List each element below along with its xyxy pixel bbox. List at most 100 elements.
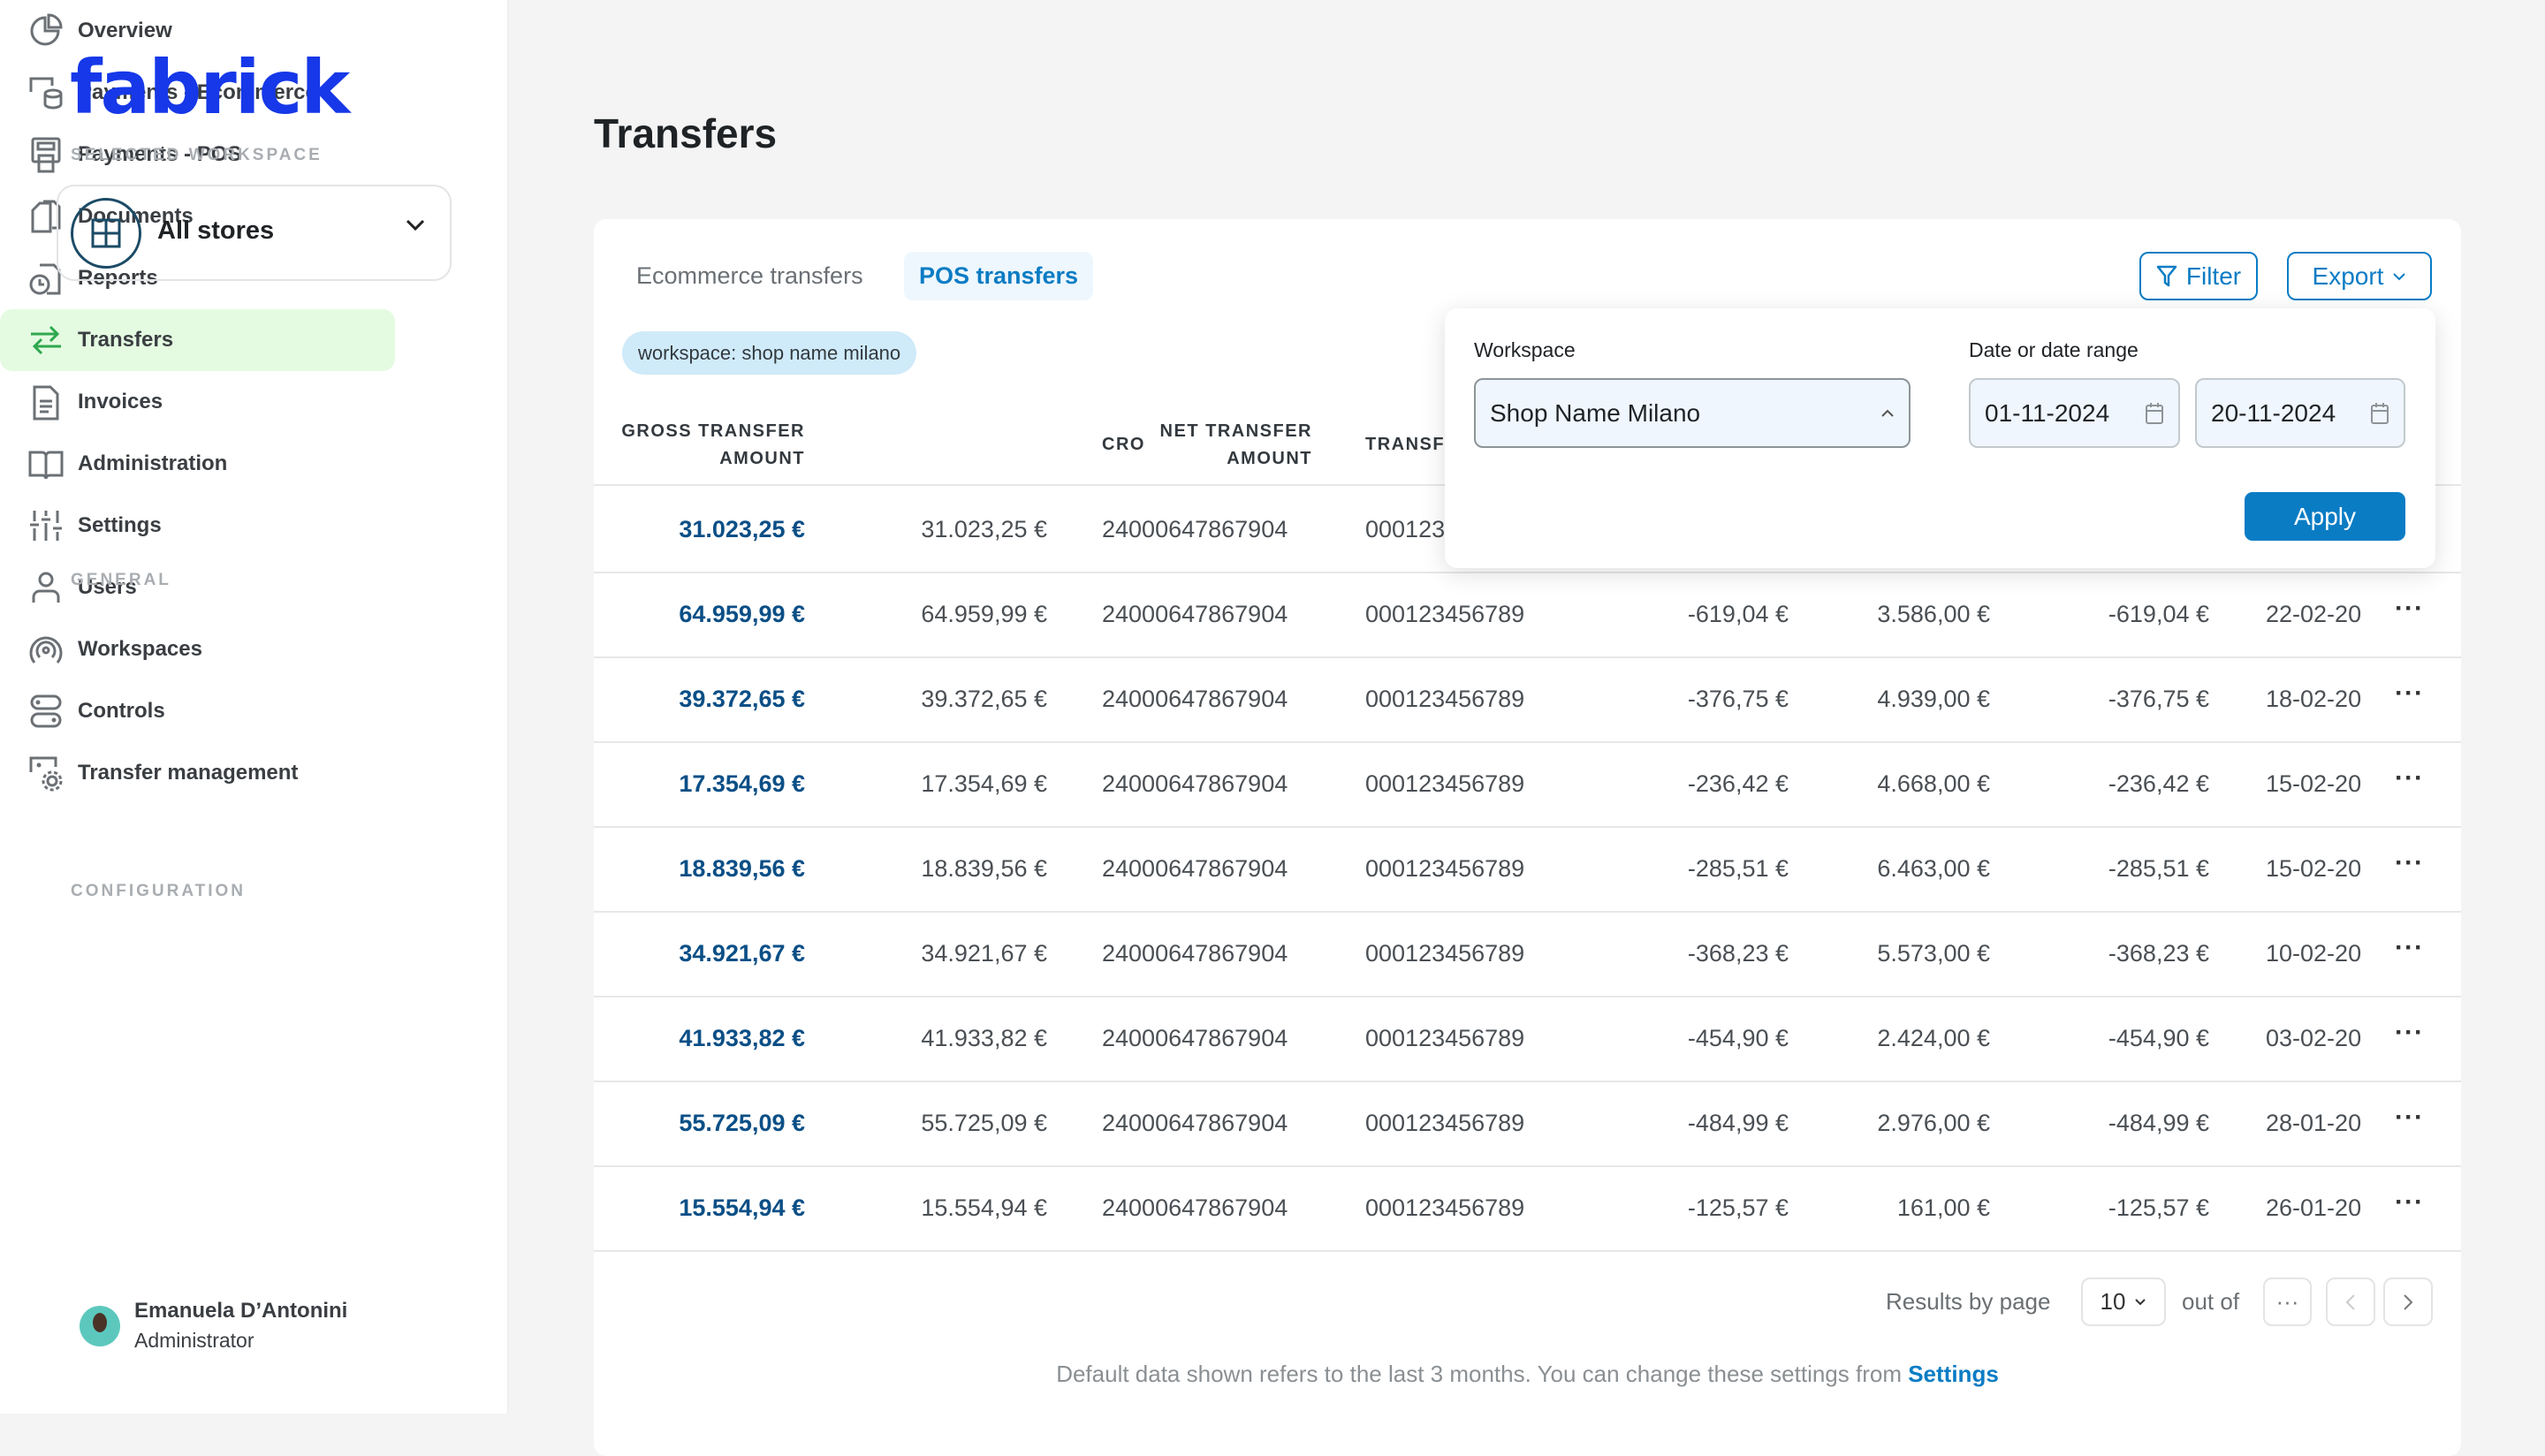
cell-amount-col7: -285,51 € (2108, 855, 2209, 882)
filter-chip-workspace[interactable]: workspace: shop name milano (622, 331, 917, 375)
settings-link[interactable]: Settings (1908, 1361, 1999, 1387)
cell-cro: 24000647867904 (1102, 1110, 1288, 1136)
cell-cro: 24000647867904 (1102, 516, 1288, 542)
workspace-name: All stores (157, 216, 275, 245)
payments-ecommerce-icon (27, 73, 65, 112)
cell-net-amount: 31.023,25 € (921, 516, 1047, 542)
row-divider (594, 1250, 2461, 1252)
row-actions-icon[interactable]: ··· (2395, 594, 2424, 624)
out-of-label: out of (2182, 1288, 2240, 1315)
date-from-input[interactable]: 01-11-2024 (1969, 378, 2180, 448)
cell-amount-col6: 3.586,00 € (1877, 601, 1990, 627)
cell-amount-col7: -368,23 € (2108, 940, 2209, 967)
workspace-filter-label: Workspace (1474, 338, 1576, 361)
cell-transfer-id: 000123 (1365, 516, 1446, 542)
sidebar-item-administration[interactable]: Administration (0, 433, 395, 495)
header-cro[interactable]: CRO (1102, 431, 1145, 459)
row-actions-icon[interactable]: ··· (2395, 933, 2424, 963)
grid-icon (71, 198, 141, 269)
user-profile[interactable]: Emanuela D’Antonini Administrator (80, 1299, 347, 1353)
row-actions-icon[interactable]: ··· (2395, 1018, 2424, 1048)
sidebar-item-settings[interactable]: Settings (0, 495, 395, 557)
sidebar-item-workspaces[interactable]: Workspaces (0, 618, 395, 680)
filter-button[interactable]: Filter (2139, 252, 2258, 300)
cell-amount-col7: -454,90 € (2108, 1025, 2209, 1051)
row-actions-icon[interactable]: ··· (2395, 1103, 2424, 1133)
row-actions-icon[interactable]: ··· (2395, 1187, 2424, 1217)
sidebar-item-transfer-management[interactable]: Transfer management (0, 742, 395, 804)
sidebar-item-invoices[interactable]: Invoices (0, 371, 395, 433)
cell-date: 22-02-20 (2266, 601, 2362, 627)
sidebar-item-label: Controls (78, 699, 165, 723)
row-divider (594, 996, 2461, 997)
cell-amount-col5: -285,51 € (1687, 855, 1789, 882)
cell-transfer-id: 000123456789 (1365, 686, 1525, 712)
cell-amount-col5: -484,99 € (1687, 1110, 1789, 1136)
cell-transfer-id: 000123456789 (1365, 940, 1525, 967)
cell-net-amount: 17.354,69 € (921, 770, 1047, 797)
row-actions-icon[interactable]: ··· (2395, 679, 2424, 709)
cell-net-amount: 39.372,65 € (921, 686, 1047, 712)
cell-net-amount: 34.921,67 € (921, 940, 1047, 967)
cell-cro: 24000647867904 (1102, 940, 1288, 967)
transfer-arrows-icon (27, 321, 65, 360)
pos-terminal-icon (27, 135, 65, 174)
date-to-input[interactable]: 20-11-2024 (2195, 378, 2405, 448)
page-size-select[interactable]: 10 (2081, 1278, 2166, 1326)
cell-amount-col6: 2.976,00 € (1877, 1110, 1990, 1136)
page-title: Transfers (594, 110, 778, 156)
export-button[interactable]: Export (2287, 252, 2432, 300)
tab-ecommerce-transfers[interactable]: Ecommerce transfers (621, 252, 878, 300)
sidebar-item-label: Transfer management (78, 761, 299, 785)
cell-transfer-id: 000123456789 (1365, 770, 1525, 797)
sidebar-item-transfers[interactable]: Transfers (0, 309, 395, 371)
workspace-filter-select[interactable]: Shop Name Milano (1474, 378, 1911, 448)
cell-amount-col5: -125,57 € (1687, 1194, 1789, 1221)
header-gross-transfer-amount[interactable]: GROSS TRANSFER AMOUNT (540, 418, 805, 473)
user-icon (27, 568, 65, 607)
workspace-selector[interactable]: All stores (57, 185, 452, 281)
cell-cro: 24000647867904 (1102, 1194, 1288, 1221)
cell-amount-col7: -125,57 € (2108, 1194, 2209, 1221)
cell-date: 15-02-20 (2266, 770, 2362, 797)
apply-button[interactable]: Apply (2245, 492, 2405, 541)
cell-date: 03-02-20 (2266, 1025, 2362, 1051)
cell-amount-col6: 4.668,00 € (1877, 770, 1990, 797)
next-page-button[interactable] (2383, 1278, 2433, 1326)
user-role: Administrator (134, 1329, 254, 1352)
cell-net-amount: 64.959,99 € (921, 601, 1047, 627)
cell-amount-col5: -454,90 € (1687, 1025, 1789, 1051)
cell-cro: 24000647867904 (1102, 601, 1288, 627)
tab-pos-transfers[interactable]: POS transfers (904, 252, 1094, 300)
row-actions-icon[interactable]: ··· (2395, 763, 2424, 793)
cell-amount-col6: 4.939,00 € (1877, 686, 1990, 712)
cell-amount-col5: -619,04 € (1687, 601, 1789, 627)
cell-amount-col7: -236,42 € (2108, 770, 2209, 797)
cell-gross-amount: 34.921,67 € (679, 940, 805, 967)
fabrick-logo: fabrick (70, 44, 350, 131)
cell-cro: 24000647867904 (1102, 855, 1288, 882)
row-divider (594, 656, 2461, 658)
cell-amount-col7: -376,75 € (2108, 686, 2209, 712)
section-configuration: CONFIGURATION (71, 882, 247, 900)
sidebar: fabrick SELECTED WORKSPACE All stores Ov… (0, 0, 508, 1414)
row-actions-icon[interactable]: ··· (2395, 848, 2424, 878)
cell-amount-col6: 2.424,00 € (1877, 1025, 1990, 1051)
header-transfer-id[interactable]: TRANSF (1365, 431, 1445, 459)
cell-gross-amount: 41.933,82 € (679, 1025, 805, 1051)
calendar-icon (2146, 402, 2163, 424)
footer-note: Default data shown refers to the last 3 … (1056, 1361, 1999, 1387)
row-divider (594, 1081, 2461, 1082)
selected-workspace-label: SELECTED WORKSPACE (71, 146, 323, 164)
sidebar-item-users[interactable]: Users (0, 557, 395, 618)
header-net-transfer-amount[interactable]: NET TRANSFER AMOUNT (1047, 418, 1312, 473)
cell-amount-col7: -484,99 € (2108, 1110, 2209, 1136)
cell-gross-amount: 15.554,94 € (679, 1194, 805, 1221)
cell-transfer-id: 000123456789 (1365, 601, 1525, 627)
sidebar-item-controls[interactable]: Controls (0, 680, 395, 742)
pie-chart-icon (27, 11, 65, 50)
cell-transfer-id: 000123456789 (1365, 1025, 1525, 1051)
row-divider (594, 572, 2461, 573)
sidebar-item-label: Overview (78, 19, 172, 42)
prev-page-button[interactable] (2326, 1278, 2375, 1326)
